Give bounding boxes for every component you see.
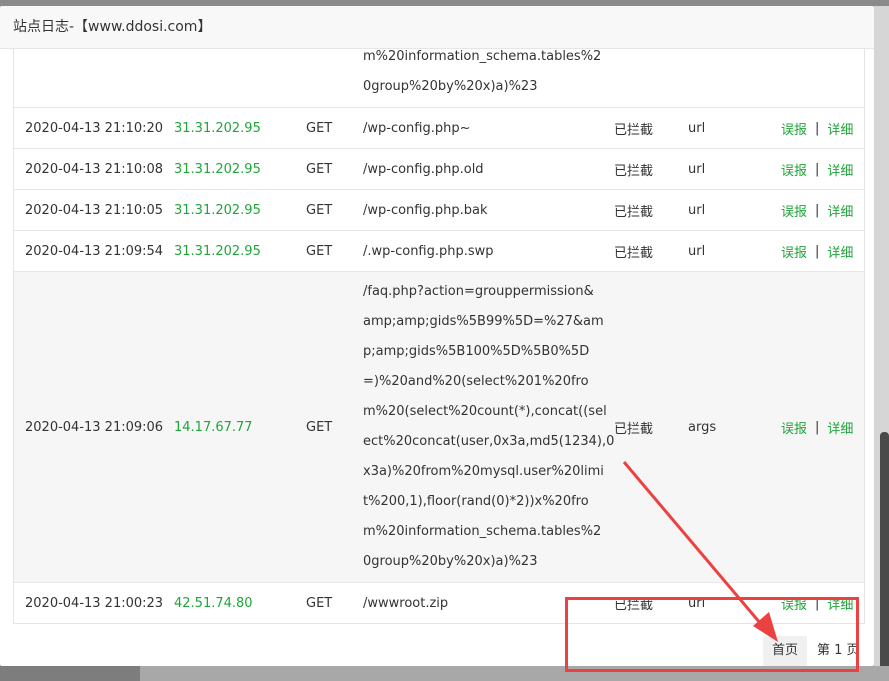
detail-link[interactable]: 详细 [827,160,853,179]
table-row: 2020-04-13 21:00:23 42.51.74.80 GET /www… [14,582,864,623]
row-status: 已拦截 [614,163,654,179]
row-actions: 误报 | 详细 [781,149,853,189]
uri-line: p;amp;gids%5B100%5D%5B0%5D [363,344,590,359]
false-positive-link[interactable]: 误报 [781,418,807,437]
table-row: 2020-04-13 21:10:08 31.31.202.95 GET /wp… [14,148,864,189]
detail-link[interactable]: 详细 [827,242,853,261]
row-ip[interactable]: 31.31.202.95 [174,149,261,189]
row-uri: /wwwroot.zip [363,595,449,611]
false-positive-link[interactable]: 误报 [781,242,807,261]
uri-line: amp;amp;gids%5B99%5D=%27&am [363,314,604,329]
uri-line: 0group%20by%20x)a)%23 [363,554,538,569]
uri-line: =)%20and%20(select%201%20fro [363,374,589,389]
detail-link[interactable]: 详细 [827,201,853,220]
row-time: 2020-04-13 21:09:06 [25,419,164,435]
row-method: GET [306,120,333,136]
row-uri: /wp-config.php.old [363,161,484,177]
row-uri: m%20information_schema.tables%2 0group%2… [363,49,602,113]
uri-line: x3a)%20from%20mysql.user%20limi [363,464,604,479]
row-actions: 误报 | 详细 [781,231,853,271]
background-strip-pale [140,666,889,681]
table-row: 2020-04-13 21:09:06 14.17.67.77 GET /faq… [14,271,864,582]
action-separator: | [815,120,820,136]
dialog-title: 站点日志-【www.ddosi.com】 [0,6,874,49]
background-strip [0,666,889,681]
table-row: 2020-04-13 21:10:05 31.31.202.95 GET /wp… [14,189,864,230]
row-type: args [688,419,717,435]
row-method: GET [306,419,333,435]
log-table: m%20information_schema.tables%2 0group%2… [13,49,865,624]
site-log-dialog: 站点日志-【www.ddosi.com】 m%20information_sch… [0,6,874,666]
detail-link[interactable]: 详细 [827,418,853,437]
action-separator: | [815,161,820,177]
row-ip[interactable]: 31.31.202.95 [174,108,261,148]
pagination-current-page: 第 1 页 [817,643,860,658]
uri-line: /faq.php?action=grouppermission& [363,284,594,299]
row-method: GET [306,595,333,611]
row-type: url [688,202,706,218]
false-positive-link[interactable]: 误报 [781,594,807,613]
table-row: 2020-04-13 21:09:54 31.31.202.95 GET /.w… [14,230,864,271]
row-actions: 误报 | 详细 [781,272,853,582]
uri-line: t%200,1),floor(rand(0)*2))x%20fro [363,494,589,509]
row-time: 2020-04-13 21:10:05 [25,202,164,218]
row-uri: /wp-config.php~ [363,120,471,136]
pagination-first-page[interactable]: 首页 [763,636,807,666]
row-time: 2020-04-13 21:10:20 [25,120,164,136]
row-time: 2020-04-13 21:09:54 [25,243,164,259]
table-row: 2020-04-13 21:10:20 31.31.202.95 GET /wp… [14,107,864,148]
row-status: 已拦截 [614,421,654,437]
uri-line: m%20(select%20count(*),concat((sel [363,404,607,419]
row-uri: /wp-config.php.bak [363,202,488,218]
detail-link[interactable]: 详细 [827,119,853,138]
scrollbar-thumb[interactable] [880,432,889,672]
row-type: url [688,120,706,136]
row-ip[interactable]: 42.51.74.80 [174,583,253,623]
action-separator: | [815,419,820,435]
row-uri: /faq.php?action=grouppermission& amp;amp… [363,272,615,587]
uri-line: m%20information_schema.tables%2 [363,524,602,539]
row-type: url [688,595,706,611]
row-method: GET [306,243,333,259]
row-ip[interactable]: 14.17.67.77 [174,272,253,582]
row-time: 2020-04-13 21:10:08 [25,161,164,177]
action-separator: | [815,202,820,218]
row-type: url [688,161,706,177]
false-positive-link[interactable]: 误报 [781,201,807,220]
row-time: 2020-04-13 21:00:23 [25,595,164,611]
uri-line: m%20information_schema.tables%2 [363,49,602,64]
row-method: GET [306,202,333,218]
uri-line: 0group%20by%20x)a)%23 [363,79,538,94]
row-status: 已拦截 [614,204,654,220]
action-separator: | [815,595,820,611]
row-status: 已拦截 [614,122,654,138]
row-ip[interactable]: 31.31.202.95 [174,190,261,230]
false-positive-link[interactable]: 误报 [781,119,807,138]
row-actions: 误报 | 详细 [781,190,853,230]
action-separator: | [815,243,820,259]
row-ip[interactable]: 31.31.202.95 [174,231,261,271]
false-positive-link[interactable]: 误报 [781,160,807,179]
row-status: 已拦截 [614,245,654,261]
row-uri: /.wp-config.php.swp [363,243,494,259]
row-method: GET [306,161,333,177]
row-actions: 误报 | 详细 [781,583,853,623]
row-actions: 误报 | 详细 [781,108,853,148]
table-row: m%20information_schema.tables%2 0group%2… [14,49,864,107]
row-status: 已拦截 [614,597,654,613]
uri-line: ect%20concat(user,0x3a,md5(1234),0 [363,434,615,449]
row-type: url [688,243,706,259]
detail-link[interactable]: 详细 [827,594,853,613]
